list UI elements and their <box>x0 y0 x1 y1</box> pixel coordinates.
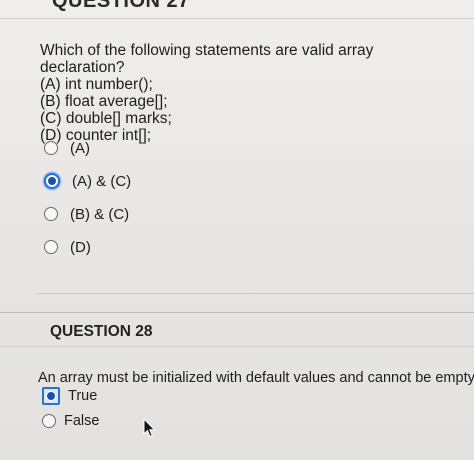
question-27-options: (A) (A) & (C) (B) & (C) (D) <box>44 138 131 270</box>
mouse-pointer-icon <box>143 418 156 438</box>
question-28-header-divider <box>0 346 474 347</box>
option-label: (D) <box>70 238 91 256</box>
option-d[interactable]: (D) <box>44 237 131 257</box>
question-27-prompt: Which of the following statements are va… <box>40 42 374 76</box>
option-a-and-c[interactable]: (A) & (C) <box>44 171 131 191</box>
option-true[interactable]: True <box>42 386 99 406</box>
question-28-prompt: An array must be initialized with defaul… <box>38 370 474 386</box>
statement-a: (A) int number(); <box>40 76 153 93</box>
question-27-title: QUESTION 27 <box>52 0 190 12</box>
radio-button-selected[interactable] <box>42 387 60 405</box>
radio-button[interactable] <box>44 240 58 254</box>
option-b-and-c[interactable]: (B) & (C) <box>44 204 131 224</box>
question-divider <box>36 293 474 294</box>
question-28-title: QUESTION 28 <box>50 323 153 340</box>
question-27-header-divider <box>0 18 474 19</box>
statement-b: (B) float average[]; <box>40 93 168 110</box>
option-a[interactable]: (A) <box>44 138 131 158</box>
option-label: (A) <box>70 139 90 157</box>
statement-c: (C) double[] marks; <box>40 110 172 127</box>
radio-button[interactable] <box>44 207 58 221</box>
option-false[interactable]: False <box>42 411 99 431</box>
question-divider <box>0 312 474 313</box>
option-label: (B) & (C) <box>70 205 130 223</box>
radio-button[interactable] <box>44 141 58 155</box>
question-28-options: True False <box>42 386 99 436</box>
radio-button[interactable] <box>42 414 56 428</box>
question-27-prompt-block: Which of the following statements are va… <box>40 42 460 144</box>
quiz-page: QUESTION 27 Which of the following state… <box>0 0 474 460</box>
option-label: True <box>68 388 98 404</box>
option-label: (A) & (C) <box>72 172 132 190</box>
option-label: False <box>64 413 100 429</box>
radio-button-selected[interactable] <box>44 173 60 189</box>
